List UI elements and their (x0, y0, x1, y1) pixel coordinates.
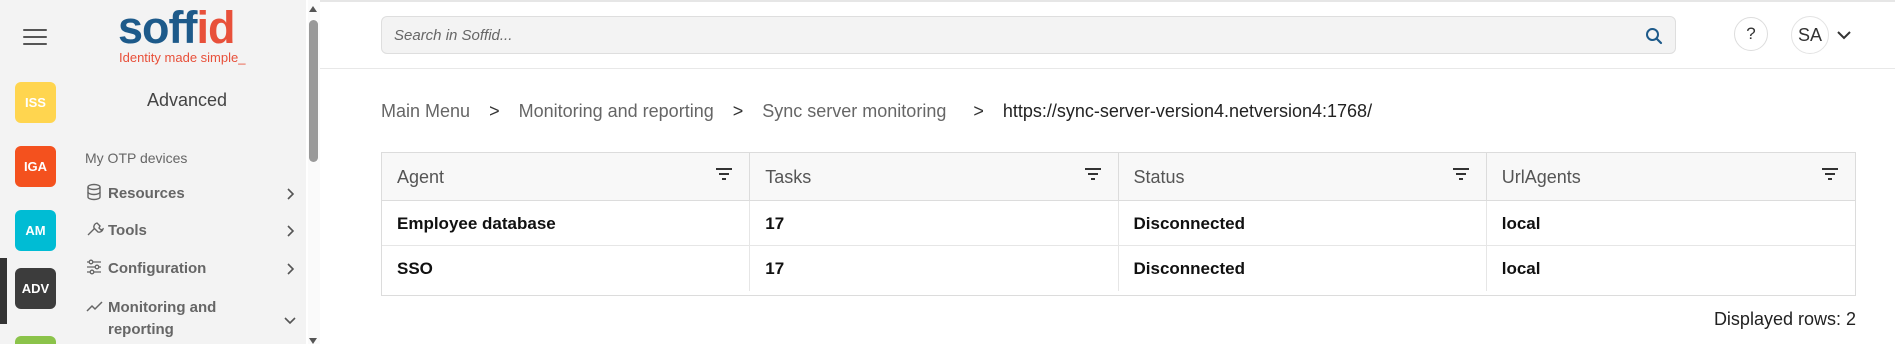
breadcrumb-monitoring-and-reporting[interactable]: Monitoring and reporting (519, 101, 714, 121)
logo-tagline: Identity made simple_ (119, 50, 246, 65)
column-label: UrlAgents (1501, 167, 1581, 187)
app-next-partial[interactable] (15, 336, 56, 344)
cell-text: Disconnected (1133, 259, 1245, 278)
cell-urlagents: local (1487, 201, 1855, 245)
chart-line-icon (86, 301, 103, 312)
cell-urlagents: local (1487, 246, 1855, 291)
breadcrumb-separator: > (489, 101, 500, 121)
sidebar-item-monitoring-and-reporting[interactable]: Monitoring and reporting (85, 297, 297, 341)
cell-tasks: 17 (750, 201, 1119, 245)
cell-text: Disconnected (1133, 214, 1245, 233)
sidebar-title: Advanced (146, 90, 228, 110)
sidebar-scroll-thumb[interactable] (309, 20, 318, 162)
top-border (320, 0, 1895, 2)
search-input[interactable] (394, 17, 1624, 53)
sidebar-item-tools[interactable]: Tools (85, 220, 297, 242)
sliders-icon (87, 259, 101, 275)
search-box[interactable] (381, 16, 1676, 54)
chevron-down-icon (1837, 31, 1851, 40)
column-header-urlagents[interactable]: UrlAgents (1487, 153, 1855, 200)
table-row[interactable]: SSO 17 Disconnected local (382, 246, 1855, 291)
active-app-indicator (0, 258, 7, 324)
avatar: SA (1791, 16, 1829, 54)
column-header-agent[interactable]: Agent (382, 153, 751, 200)
cell-text: 17 (765, 259, 785, 278)
sidebar-item-label: Resources (108, 185, 185, 202)
breadcrumb-main-menu[interactable]: Main Menu (381, 101, 470, 121)
header-divider (320, 68, 1895, 69)
chevron-right-icon (287, 188, 295, 200)
sidebar-item-label: Monitoring and reporting (108, 299, 217, 338)
table-row[interactable]: Employee database 17 Disconnected local (382, 201, 1855, 246)
app-adv[interactable]: ADV (15, 268, 56, 309)
cell-text: Employee database (397, 214, 556, 233)
filter-icon[interactable] (1820, 166, 1840, 182)
user-menu-button[interactable]: SA (1791, 16, 1859, 54)
filter-icon[interactable] (1083, 166, 1103, 182)
breadcrumb-sync-server-monitoring[interactable]: Sync server monitoring (762, 101, 946, 121)
breadcrumb: Main Menu > Monitoring and reporting > S… (381, 101, 1372, 122)
sidebar: soffid Identity made simple_ Advanced My… (68, 0, 306, 344)
help-button[interactable]: ? (1734, 17, 1768, 51)
database-icon (87, 183, 101, 201)
chevron-right-icon (287, 263, 295, 275)
search-icon[interactable] (1645, 27, 1663, 45)
column-label: Agent (397, 167, 445, 187)
column-header-status[interactable]: Status (1119, 153, 1487, 200)
cell-tasks: 17 (750, 246, 1119, 291)
cell-text: local (1501, 214, 1541, 233)
app-am[interactable]: AM (15, 210, 56, 251)
filter-icon[interactable] (714, 166, 734, 182)
filter-icon[interactable] (1451, 166, 1471, 182)
cell-status: Disconnected (1119, 201, 1487, 245)
cell-text: local (1501, 259, 1541, 278)
breadcrumb-separator: > (973, 101, 984, 121)
app-rail: ISS IGA AM ADV (0, 0, 68, 344)
sidebar-item-my-otp-devices[interactable]: My OTP devices (85, 150, 187, 166)
cell-agent: SSO (382, 246, 751, 291)
cell-agent: Employee database (382, 201, 751, 245)
wrench-icon (87, 222, 104, 236)
sidebar-item-label: Configuration (108, 260, 207, 277)
breadcrumb-separator: > (732, 101, 744, 121)
table-header: Agent Tasks Status UrlAgents (382, 153, 1855, 201)
app-iga[interactable]: IGA (15, 146, 56, 187)
cell-text: SSO (397, 259, 433, 278)
breadcrumb-current: https://sync-server-version4.netversion4… (1002, 101, 1373, 121)
scroll-down-arrow[interactable] (309, 338, 317, 344)
displayed-rows-count: Displayed rows: 2 (1713, 309, 1856, 329)
chevron-right-icon (287, 225, 295, 237)
soffid-logo[interactable]: soffid Identity made simple_ (118, 4, 278, 70)
scroll-up-arrow[interactable] (309, 6, 317, 12)
app-iss[interactable]: ISS (15, 82, 56, 123)
cell-status: Disconnected (1119, 246, 1487, 291)
chevron-down-icon (284, 317, 296, 325)
sidebar-item-configuration[interactable]: Configuration (85, 258, 297, 280)
logo-wordmark: soffid (118, 2, 236, 53)
sidebar-item-label: Tools (108, 222, 147, 239)
column-label: Tasks (765, 167, 812, 187)
agents-table: Agent Tasks Status UrlAgents Employee da… (381, 152, 1856, 296)
column-header-tasks[interactable]: Tasks (750, 153, 1119, 200)
menu-icon[interactable] (23, 29, 47, 47)
cell-text: 17 (765, 214, 785, 233)
column-label: Status (1133, 167, 1185, 187)
sidebar-item-resources[interactable]: Resources (85, 183, 297, 205)
